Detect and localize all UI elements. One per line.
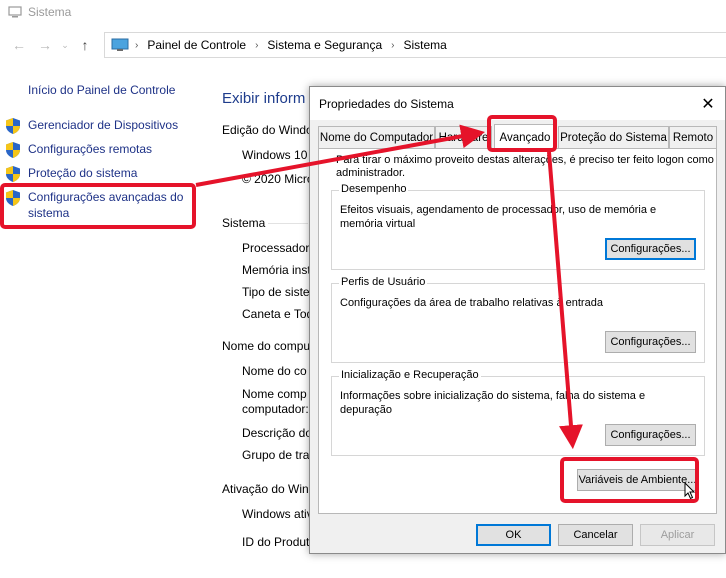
breadcrumb-control-panel[interactable]: Painel de Controle [147, 38, 246, 52]
tab-remote[interactable]: Remoto [669, 126, 717, 148]
admin-note: Para tirar o máximo proveito destas alte… [336, 154, 716, 180]
sidebar-item-device-manager[interactable]: Gerenciador de Dispositivos [4, 117, 178, 135]
annotation-highlight-advanced-tab [487, 115, 557, 152]
tab-computer-name[interactable]: Nome do Computador [318, 126, 435, 148]
system-type-label: Tipo de siste [242, 285, 310, 299]
edition-heading: Edição do Windo [222, 123, 313, 137]
performance-settings-button[interactable]: Configurações... [605, 238, 696, 260]
back-icon[interactable]: ← [6, 32, 32, 58]
user-profiles-title: Perfis de Usuário [339, 276, 428, 288]
full-name-label-2: computador: [242, 402, 309, 416]
computer-name-label: Nome do co [242, 364, 307, 378]
sidebar-home-link[interactable]: Início do Painel de Controle [28, 83, 175, 97]
sidebar-item-label: Configurações remotas [28, 142, 153, 156]
annotation-highlight-sidebar [0, 183, 196, 229]
annotation-highlight-env-button [560, 457, 699, 503]
computer-icon [8, 6, 22, 18]
performance-description: Efeitos visuais, agendamento de processa… [340, 203, 695, 231]
performance-text-line2: memória virtual [340, 218, 416, 230]
uac-shield-icon [4, 141, 22, 159]
up-icon[interactable]: ↑ [72, 32, 98, 58]
breadcrumb-system-security[interactable]: Sistema e Segurança [267, 38, 382, 52]
mouse-cursor-icon [684, 481, 696, 503]
sidebar-item-system-protection[interactable]: Proteção do sistema [4, 165, 137, 183]
performance-text-line1: Efeitos visuais, agendamento de processa… [340, 204, 657, 216]
activation-value: Windows ativ [242, 507, 313, 521]
address-bar[interactable]: › Painel de Controle › Sistema e Seguran… [104, 32, 726, 58]
edition-value: Windows 10 [242, 148, 308, 162]
window-titlebar: Sistema [0, 0, 726, 24]
user-profiles-settings-button[interactable]: Configurações... [605, 331, 696, 353]
performance-group: Desempenho Efeitos visuais, agendamento … [331, 183, 705, 270]
admin-note-line2: administrador. [336, 167, 406, 179]
memory-label: Memória insta [242, 263, 318, 277]
forward-icon[interactable]: → [32, 32, 58, 58]
page-title: Exibir inform [222, 90, 306, 107]
startup-recovery-group: Inicialização e Recuperação Informações … [331, 369, 705, 456]
user-profiles-description: Configurações da área de trabalho relati… [340, 297, 603, 309]
full-name-label-1: Nome comp [242, 387, 307, 401]
computer-name-heading: Nome do compu [222, 339, 311, 353]
uac-shield-icon [4, 165, 22, 183]
system-heading: Sistema [222, 216, 266, 230]
window-title: Sistema [28, 5, 72, 19]
control-panel-icon [111, 38, 129, 52]
apply-button[interactable]: Aplicar [640, 524, 715, 546]
sidebar-item-label: Proteção do sistema [28, 166, 138, 180]
description-label: Descrição do [242, 426, 313, 440]
pen-touch-label: Caneta e Toq [242, 307, 314, 321]
startup-text-line1: Informações sobre inicialização do siste… [340, 390, 646, 402]
breadcrumb-system[interactable]: Sistema [404, 38, 447, 52]
workgroup-label: Grupo de tra [242, 448, 310, 462]
tab-system-protection[interactable]: Proteção do Sistema [558, 126, 669, 148]
breadcrumb-separator-icon: › [255, 39, 259, 51]
startup-recovery-settings-button[interactable]: Configurações... [605, 424, 696, 446]
startup-recovery-title: Inicialização e Recuperação [339, 369, 481, 381]
processor-label: Processador: [242, 241, 313, 255]
product-id-label: ID do Produt [242, 535, 310, 549]
uac-shield-icon [4, 117, 22, 135]
startup-text-line2: depuração [340, 404, 392, 416]
cancel-button[interactable]: Cancelar [558, 524, 633, 546]
performance-title: Desempenho [339, 183, 409, 195]
user-profiles-group: Perfis de Usuário Configurações da área … [331, 276, 705, 363]
sidebar-item-remote-settings[interactable]: Configurações remotas [4, 141, 152, 159]
copyright-text: © 2020 Micro [242, 172, 314, 186]
startup-recovery-description: Informações sobre inicialização do siste… [340, 389, 695, 417]
section-divider [268, 223, 308, 224]
navigation-bar: ← → ⌄ ↑ › Painel de Controle › Sistema e… [0, 30, 726, 60]
dialog-title: Propriedades do Sistema [319, 96, 454, 111]
breadcrumb-separator-icon: › [135, 39, 139, 51]
sidebar-item-label: Gerenciador de Dispositivos [28, 118, 179, 132]
recent-dropdown-icon[interactable]: ⌄ [58, 32, 72, 58]
admin-note-line1: Para tirar o máximo proveito destas alte… [336, 154, 714, 166]
ok-button[interactable]: OK [476, 524, 551, 546]
close-icon[interactable]: ✕ [697, 93, 719, 115]
activation-heading: Ativação do Wind [222, 482, 316, 496]
breadcrumb-separator-icon: › [391, 39, 395, 51]
tab-hardware[interactable]: Hardware [435, 126, 492, 148]
